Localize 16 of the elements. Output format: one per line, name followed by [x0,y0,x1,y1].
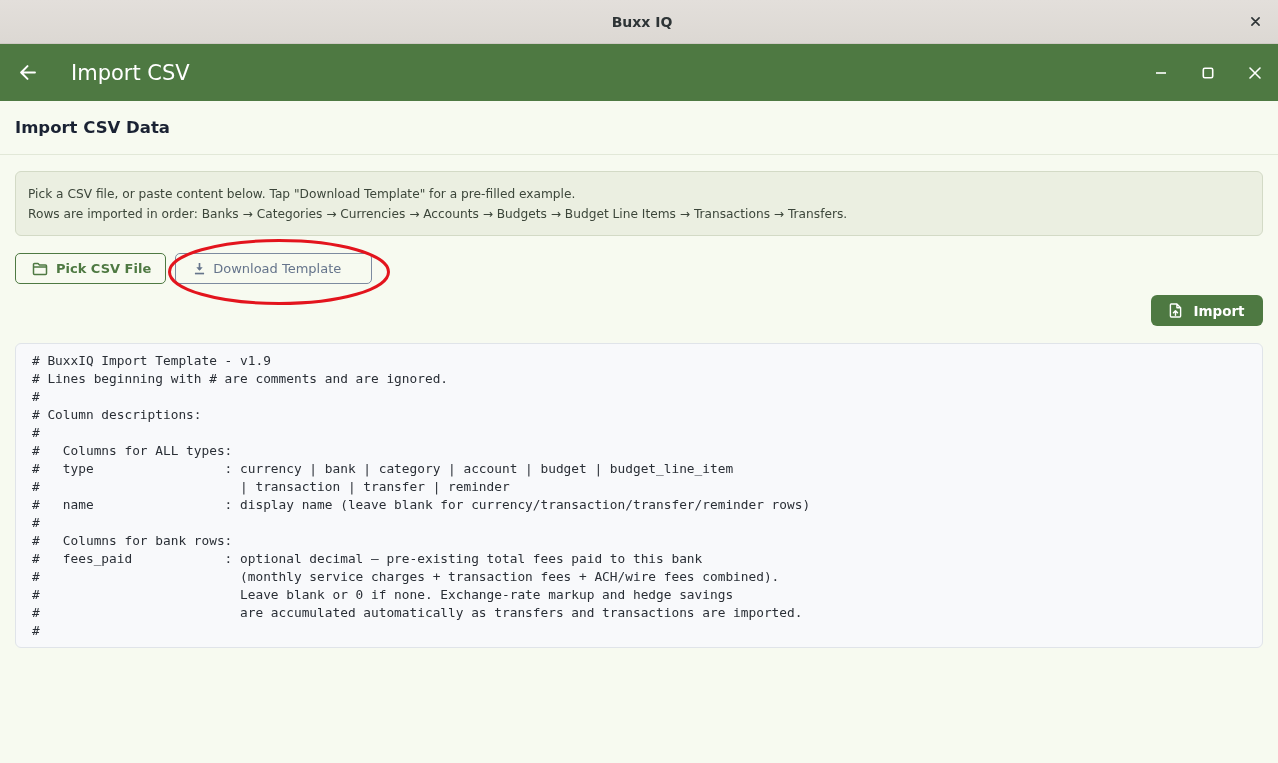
window-title: Buxx IQ [610,13,674,30]
close-icon [1250,17,1260,26]
page-heading: Import CSV Data [15,118,170,137]
csv-text-area[interactable]: # BuxxIQ Import Template - v1.9 # Lines beginning with # are comments and are ignored. # # Column descriptions: # # Columns for ALL types: # type : currency | bank | category | account | budget | budget_line_item # | transaction | transfer | reminder # name : display name (leave blank for currency/transaction/transfer/reminder rows) # # Columns for bank rows: # fees_paid : optional decimal — pre-existing total fees paid to this bank # (monthly service charges + transaction fees + ACH/wire fees combined). # Leave blank or 0 if none. Exchange-rate markup and hedge savings # are accumulated automatically as transfers and transactions are imported. # [15,343,1263,648]
close-icon [1249,66,1261,79]
info-text: Rows are imported in order: Banks → Categories → Currencies → Accounts → Budgets → Budget Line Items → Transactions → Transfers. [28,206,849,223]
download-template-button[interactable]: Download Template [175,253,373,284]
file-upload-icon [1169,303,1183,318]
back-arrow-icon [18,64,36,81]
import-button[interactable]: Import [1151,295,1263,326]
download-icon [194,262,206,275]
app-title: Import CSV [71,60,190,85]
maximize-icon [1202,66,1214,79]
folder-icon [32,261,48,276]
pick-file-button[interactable]: Pick CSV File [15,253,167,284]
info-text: Pick a CSV file, or paste content below. Tap "Download Template" for a pre-filled example. [28,186,577,203]
